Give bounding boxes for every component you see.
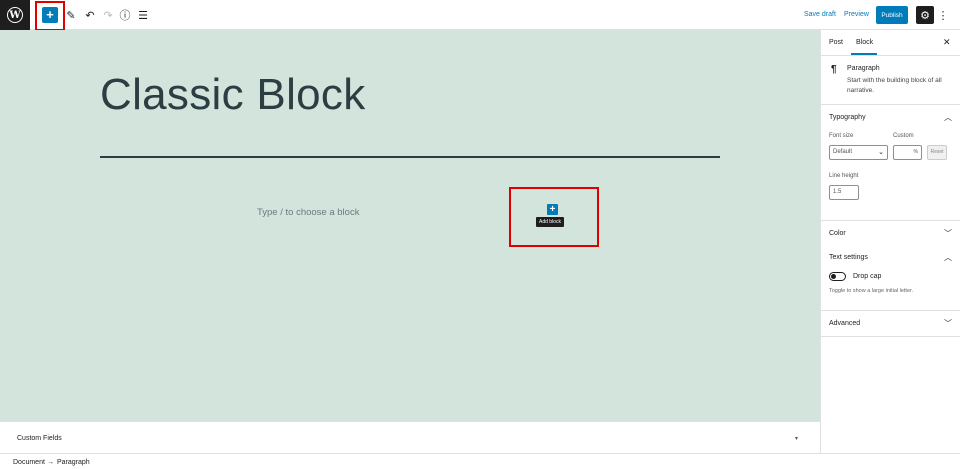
tab-post[interactable]: Post [829, 39, 843, 46]
paragraph-icon: ¶ [831, 64, 837, 75]
redo-icon[interactable]: ↷ [101, 8, 115, 22]
more-options-icon[interactable]: ⋮ [938, 8, 949, 22]
highlight-box-toolbar [35, 1, 65, 31]
toggle-knob [831, 274, 836, 279]
divider [821, 310, 960, 311]
chevron-down-icon[interactable]: ﹀ [944, 318, 952, 329]
color-panel-title[interactable]: Color [829, 230, 846, 237]
highlight-box-inserter [509, 187, 599, 247]
text-settings-panel-title[interactable]: Text settings [829, 254, 868, 261]
chevron-up-icon[interactable]: ︿ [944, 112, 952, 123]
line-height-label: Line height [829, 173, 859, 179]
close-icon[interactable]: ✕ [943, 37, 951, 48]
chevron-up-icon[interactable]: ︿ [944, 252, 952, 263]
chevron-down-icon: ⌄ [878, 149, 884, 156]
reset-button[interactable]: Reset [927, 145, 947, 160]
font-size-select[interactable]: Default ⌄ [829, 145, 888, 160]
block-card-title: Paragraph [847, 65, 880, 72]
separator-block[interactable] [100, 156, 720, 158]
block-card-description: Start with the building block of all nar… [847, 77, 942, 94]
drop-cap-help: Toggle to show a large initial letter. [829, 288, 914, 294]
settings-sidebar: Post Block ✕ ¶ Paragraph Start with the … [820, 30, 960, 453]
custom-fields-metabox[interactable]: Custom Fields ▾ [0, 421, 820, 453]
wordpress-w-icon: W [7, 7, 23, 23]
breadcrumb-document[interactable]: Document [13, 459, 45, 466]
divider [821, 220, 960, 221]
font-size-label: Font size [829, 133, 854, 139]
drop-cap-toggle[interactable] [829, 272, 846, 281]
caret-down-icon[interactable]: ▾ [795, 435, 798, 442]
font-size-value: Default [833, 149, 853, 155]
chevron-down-icon[interactable]: ﹀ [944, 228, 952, 239]
tab-block[interactable]: Block [856, 39, 873, 46]
custom-size-label: Custom [893, 133, 914, 139]
undo-icon[interactable]: ↶ [83, 8, 97, 22]
save-draft-button[interactable]: Save draft [804, 11, 836, 18]
active-tab-indicator [851, 53, 877, 55]
editor-header: W + ✎ ↶ ↷ ⓘ ☰ Save draft Preview Publish… [0, 0, 960, 31]
drop-cap-label: Drop cap [853, 273, 882, 280]
editor-canvas: Classic Block Type / to choose a block +… [0, 30, 820, 421]
custom-fields-title: Custom Fields [17, 435, 62, 442]
line-height-input[interactable]: 1.5 [829, 185, 859, 200]
divider [821, 104, 960, 105]
breadcrumb-paragraph[interactable]: Paragraph [57, 459, 90, 466]
breadcrumb: Document → Paragraph [0, 453, 960, 469]
breadcrumb-separator: → [47, 459, 54, 466]
custom-font-size-input[interactable]: % [893, 145, 922, 160]
settings-gear-icon[interactable]: ⚙ [916, 6, 934, 24]
sidebar-tabs: Post Block ✕ [821, 30, 960, 56]
wordpress-logo-icon[interactable]: W [0, 0, 30, 30]
info-icon[interactable]: ⓘ [118, 8, 132, 22]
list-view-icon[interactable]: ☰ [136, 8, 150, 22]
post-title[interactable]: Classic Block [100, 70, 366, 120]
preview-button[interactable]: Preview [844, 11, 869, 18]
edit-tools-pencil-icon[interactable]: ✎ [64, 8, 78, 22]
advanced-panel-title[interactable]: Advanced [829, 320, 860, 327]
divider [821, 336, 960, 337]
typography-panel-title[interactable]: Typography [829, 114, 866, 121]
paragraph-placeholder[interactable]: Type / to choose a block [257, 207, 359, 218]
publish-button[interactable]: Publish [876, 6, 908, 24]
